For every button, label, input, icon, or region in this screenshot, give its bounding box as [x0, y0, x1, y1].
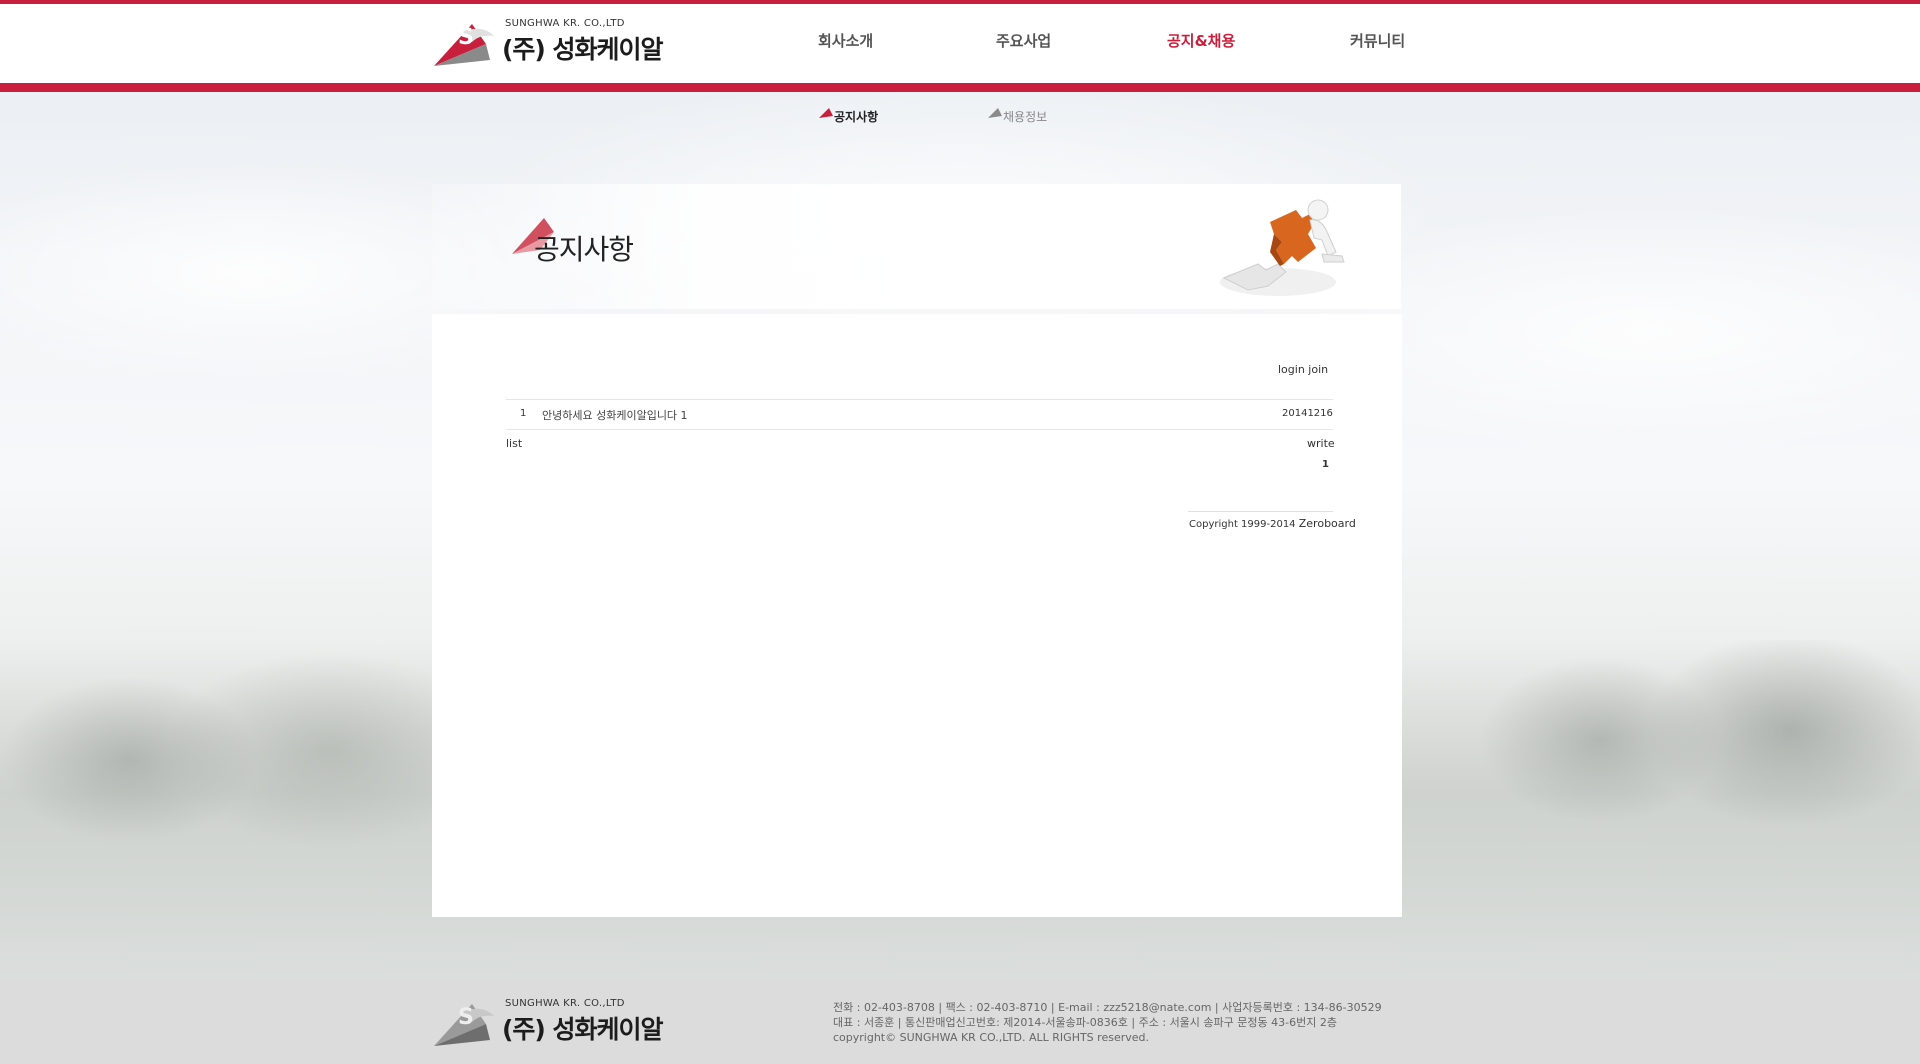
site-logo[interactable]: S SUNGHWA KR. CO.,LTD (주) 성화케이알 [432, 14, 664, 70]
write-button[interactable]: write [1307, 437, 1335, 450]
subnav-item-recruit[interactable]: 채용정보 [988, 108, 1047, 125]
logo-mark-icon: S [434, 24, 494, 66]
page-title: 공지사항 [534, 233, 634, 266]
footer-copyright-line: copyright© SUNGHWA KR CO.,LTD. ALL RIGHT… [833, 1031, 1149, 1044]
site-header [0, 4, 1920, 83]
login-link[interactable]: login [1278, 363, 1305, 376]
subnav-label-notice: 공지사항 [834, 110, 879, 124]
login-join-links: login join [1278, 363, 1328, 376]
red-flag-icon [819, 108, 833, 118]
svg-text:S: S [458, 25, 474, 50]
nav-item-business[interactable]: 주요사업 [996, 30, 1051, 51]
zeroboard-copyright-prefix: Copyright 1999-2014 [1189, 519, 1296, 530]
gray-flag-icon [988, 108, 1002, 118]
nav-item-notice-recruit[interactable]: 공지&채용 [1167, 30, 1235, 51]
zeroboard-copyright: Copyright 1999-2014 Zeroboard [1189, 517, 1356, 530]
footer-logo-english-name: SUNGHWA KR. CO.,LTD [505, 998, 625, 1009]
footer-logo: S SUNGHWA KR. CO.,LTD (주) 성화케이알 [432, 994, 664, 1050]
nav-item-community[interactable]: 커뮤니티 [1350, 30, 1405, 51]
puzzle-figure-icon [1220, 199, 1345, 296]
footer-logo-korean-name: (주) 성화케이알 [502, 1015, 664, 1044]
table-row-top-border [506, 399, 1333, 400]
pagination-current-page[interactable]: 1 [1322, 459, 1329, 470]
board-content-panel [432, 314, 1402, 917]
table-row-number: 1 [520, 408, 527, 419]
subnav-label-recruit: 채용정보 [1003, 110, 1048, 124]
list-button[interactable]: list [506, 437, 522, 450]
table-row-bottom-border [506, 429, 1333, 430]
join-link[interactable]: join [1308, 363, 1328, 376]
logo-korean-name: (주) 성화케이알 [502, 35, 664, 64]
table-row-subject-link[interactable]: 안녕하세요 성화케이알입니다 1 [542, 407, 688, 423]
footer-logo-mark-icon: S [434, 1004, 494, 1046]
footer-contact-line: 전화 : 02-403-8708 | 팩스 : 02-403-8710 | E-… [833, 1001, 1382, 1014]
svg-text:S: S [458, 1005, 474, 1030]
table-row-date: 20141216 [1282, 408, 1333, 419]
subnav-item-notice[interactable]: 공지사항 [819, 108, 878, 125]
copyright-divider [1188, 511, 1333, 512]
footer-address-line: 대표 : 서종훈 | 통신판매업신고번호: 제2014-서울송파-0836호 |… [833, 1016, 1337, 1029]
nav-item-company[interactable]: 회사소개 [818, 30, 873, 51]
zeroboard-brand: Zeroboard [1298, 517, 1356, 530]
header-accent-band [0, 83, 1920, 92]
logo-english-name: SUNGHWA KR. CO.,LTD [505, 18, 625, 29]
